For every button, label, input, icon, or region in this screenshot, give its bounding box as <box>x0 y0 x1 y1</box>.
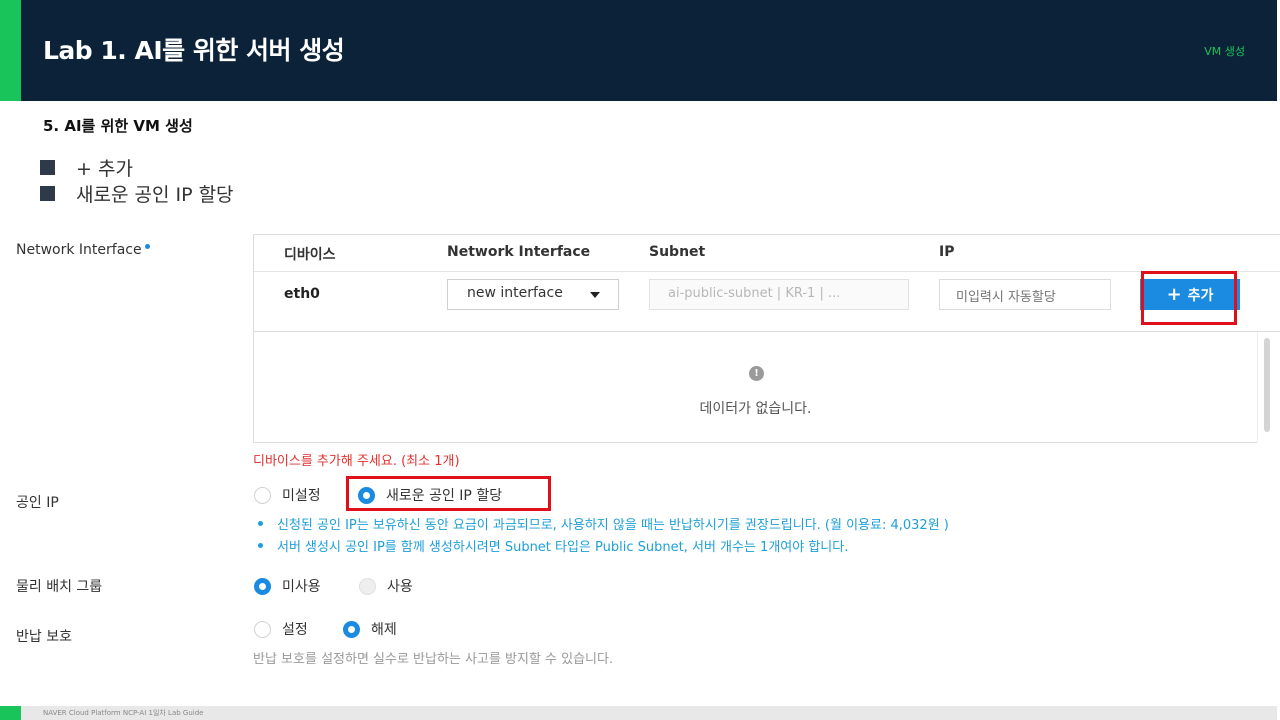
slide-header: Lab 1. AI를 위한 서버 생성 VM 생성 <box>0 0 1277 101</box>
column-header-subnet: Subnet <box>649 244 706 260</box>
placement-group-label: 물리 배치 그룹 <box>16 579 103 595</box>
subnet-select-value: ai-public-subnet | KR-1 | ... <box>668 286 841 301</box>
note-item: 서버 생성시 공인 IP를 함께 생성하시려면 Subnet 타입은 Publi… <box>258 534 949 556</box>
radio-protection-on[interactable]: 설정 <box>254 619 308 639</box>
network-interface-select[interactable]: new interface <box>447 279 619 310</box>
scrollbar-thumb[interactable] <box>1264 338 1270 432</box>
radio-circle-selected <box>343 620 360 638</box>
footer-accent-bar <box>0 706 21 720</box>
instruction-list: + 추가 새로운 공인 IP 할당 <box>40 154 234 206</box>
radio-label: 미설정 <box>282 488 321 504</box>
public-ip-label: 공인 IP <box>16 495 59 511</box>
empty-state: ! 데이터가 없습니다. <box>254 332 1257 443</box>
slide-tag: VM 생성 <box>1204 45 1245 58</box>
required-dot-icon <box>144 244 150 249</box>
note-item: 신청된 공인 IP는 보유하신 동안 요금이 과금되므로, 사용하지 않을 때는… <box>258 512 949 534</box>
radio-label: 해제 <box>371 622 397 638</box>
footer-text: NAVER Cloud Platform NCP-AI 1일차 Lab Guid… <box>43 709 204 717</box>
instruction-text: 새로운 공인 IP 할당 <box>76 183 234 206</box>
instruction-item: 새로운 공인 IP 할당 <box>40 180 234 206</box>
section-title: 5. AI를 위한 VM 생성 <box>43 117 193 135</box>
termination-protection-help: 반납 보호를 설정하면 실수로 반납하는 사고를 방지할 수 있습니다. <box>253 652 614 667</box>
public-ip-notes: 신청된 공인 IP는 보유하신 동안 요금이 과금되므로, 사용하지 않을 때는… <box>258 512 949 556</box>
radio-circle <box>254 486 271 504</box>
termination-protection-label: 반납 보호 <box>16 629 72 645</box>
radio-label: 설정 <box>282 622 308 638</box>
caret-down-icon <box>590 292 600 298</box>
instruction-item: + 추가 <box>40 154 234 180</box>
radio-placement-unused[interactable]: 미사용 <box>254 576 321 596</box>
validation-error: 디바이스를 추가해 주세요. (최소 1개) <box>253 454 460 469</box>
network-interface-select-value: new interface <box>467 285 563 301</box>
instruction-text: + 추가 <box>76 157 133 180</box>
radio-circle <box>254 620 271 638</box>
bullet-dot-icon <box>258 542 263 548</box>
network-interface-label-text: Network Interface <box>16 242 142 258</box>
square-bullet-icon <box>40 159 55 175</box>
network-interface-label: Network Interface <box>16 242 150 258</box>
slide-footer: NAVER Cloud Platform NCP-AI 1일차 Lab Guid… <box>0 706 1277 720</box>
note-text: 서버 생성시 공인 IP를 함께 생성하시려면 Subnet 타입은 Publi… <box>277 539 849 555</box>
empty-state-text: 데이터가 없습니다. <box>699 401 812 417</box>
radio-circle-disabled <box>359 577 376 595</box>
device-name: eth0 <box>284 286 320 302</box>
slide-title: Lab 1. AI를 위한 서버 생성 <box>43 36 345 65</box>
subnet-select: ai-public-subnet | KR-1 | ... <box>649 279 909 310</box>
highlight-box-public-ip <box>346 476 551 511</box>
table-row: eth0 new interface ai-public-subnet | KR… <box>254 272 1280 332</box>
header-accent-bar <box>0 0 21 101</box>
radio-label: 미사용 <box>282 579 321 595</box>
column-header-device: 디바이스 <box>284 247 336 263</box>
radio-circle-selected <box>254 577 271 595</box>
highlight-box-add <box>1141 271 1237 325</box>
radio-placement-used: 사용 <box>359 576 413 596</box>
bullet-dot-icon <box>258 520 263 526</box>
radio-public-ip-none[interactable]: 미설정 <box>254 485 321 505</box>
table-scrollbar[interactable] <box>1257 332 1280 443</box>
ip-input[interactable] <box>939 279 1111 310</box>
info-icon: ! <box>749 366 764 381</box>
table-header: 디바이스 Network Interface Subnet IP <box>254 235 1280 272</box>
radio-label: 사용 <box>387 579 413 595</box>
square-bullet-icon <box>40 185 55 201</box>
column-header-network-interface: Network Interface <box>447 244 591 260</box>
network-interface-table: 디바이스 Network Interface Subnet IP eth0 ne… <box>253 234 1280 443</box>
radio-protection-off[interactable]: 해제 <box>343 619 397 639</box>
column-header-ip: IP <box>939 244 955 260</box>
note-text: 신청된 공인 IP는 보유하신 동안 요금이 과금되므로, 사용하지 않을 때는… <box>277 517 949 533</box>
